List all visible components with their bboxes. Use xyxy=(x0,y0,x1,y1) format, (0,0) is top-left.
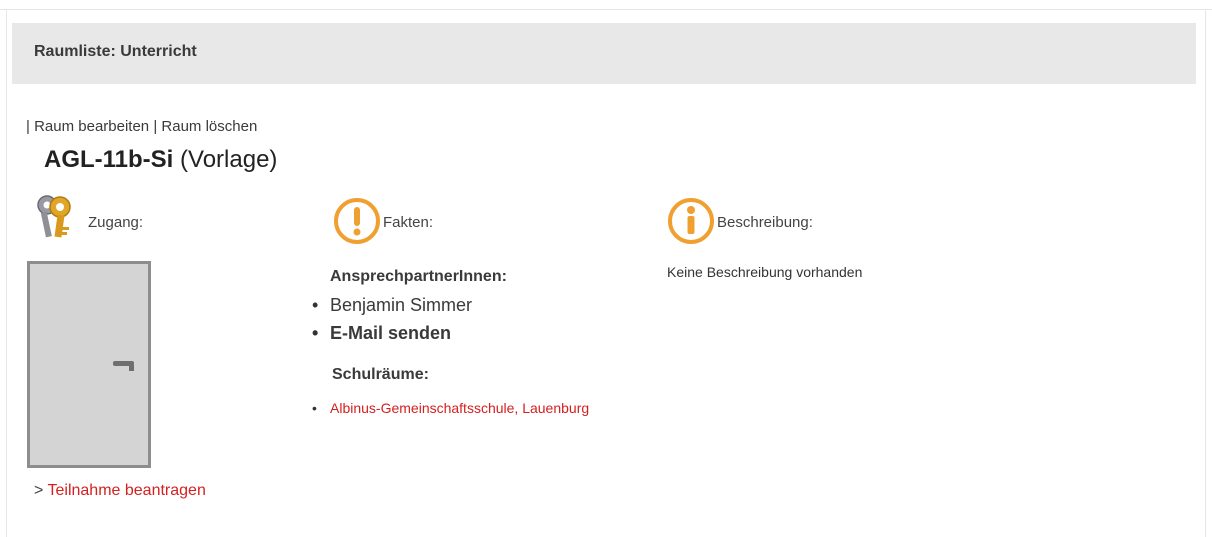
room-tag: (Vorlage) xyxy=(180,146,278,173)
school-item: Albinus-Gemeinschaftsschule, Lauenburg xyxy=(306,395,606,421)
access-label: Zugang: xyxy=(88,214,144,231)
edit-room-link[interactable]: Raum bearbeiten xyxy=(34,118,149,135)
school-link[interactable]: Albinus-Gemeinschaftsschule, Lauenburg xyxy=(330,400,589,416)
actions-separator: | xyxy=(26,118,30,135)
schools-heading: Schulräume: xyxy=(332,366,429,383)
actions-separator: | xyxy=(153,118,158,135)
send-email-link[interactable]: E-Mail senden xyxy=(330,323,451,343)
facts-label: Fakten: xyxy=(383,214,434,231)
description-text: Keine Beschreibung vorhanden xyxy=(667,264,863,280)
page-header: Raumliste: Unterricht xyxy=(12,23,1196,84)
schools-list: Albinus-Gemeinschaftsschule, Lauenburg xyxy=(306,395,606,421)
request-participation-link[interactable]: Teilnahme beantragen xyxy=(48,482,206,499)
description-label: Beschreibung: xyxy=(717,214,813,231)
request-participation: > Teilnahme beantragen xyxy=(34,482,206,500)
keys-icon xyxy=(37,195,71,238)
room-title: AGL-11b-Si (Vorlage) xyxy=(44,146,277,174)
door-handle-stem xyxy=(129,365,134,371)
contacts-heading: AnsprechpartnerInnen: xyxy=(330,268,507,285)
info-icon xyxy=(668,198,714,244)
delete-room-link[interactable]: Raum löschen xyxy=(161,118,257,135)
exclamation-icon xyxy=(334,198,380,244)
room-name: AGL-11b-Si xyxy=(44,146,174,173)
page-title: Raumliste: Unterricht xyxy=(34,43,197,60)
door-icon[interactable] xyxy=(27,261,151,468)
contact-email-item: E-Mail senden xyxy=(306,319,472,347)
content-panel xyxy=(6,10,1206,537)
request-prefix: > xyxy=(34,482,44,499)
contact-name: Benjamin Simmer xyxy=(306,291,472,319)
room-actions: | Raum bearbeiten | Raum löschen xyxy=(26,118,257,135)
contacts-list: Benjamin Simmer E-Mail senden xyxy=(306,291,472,347)
